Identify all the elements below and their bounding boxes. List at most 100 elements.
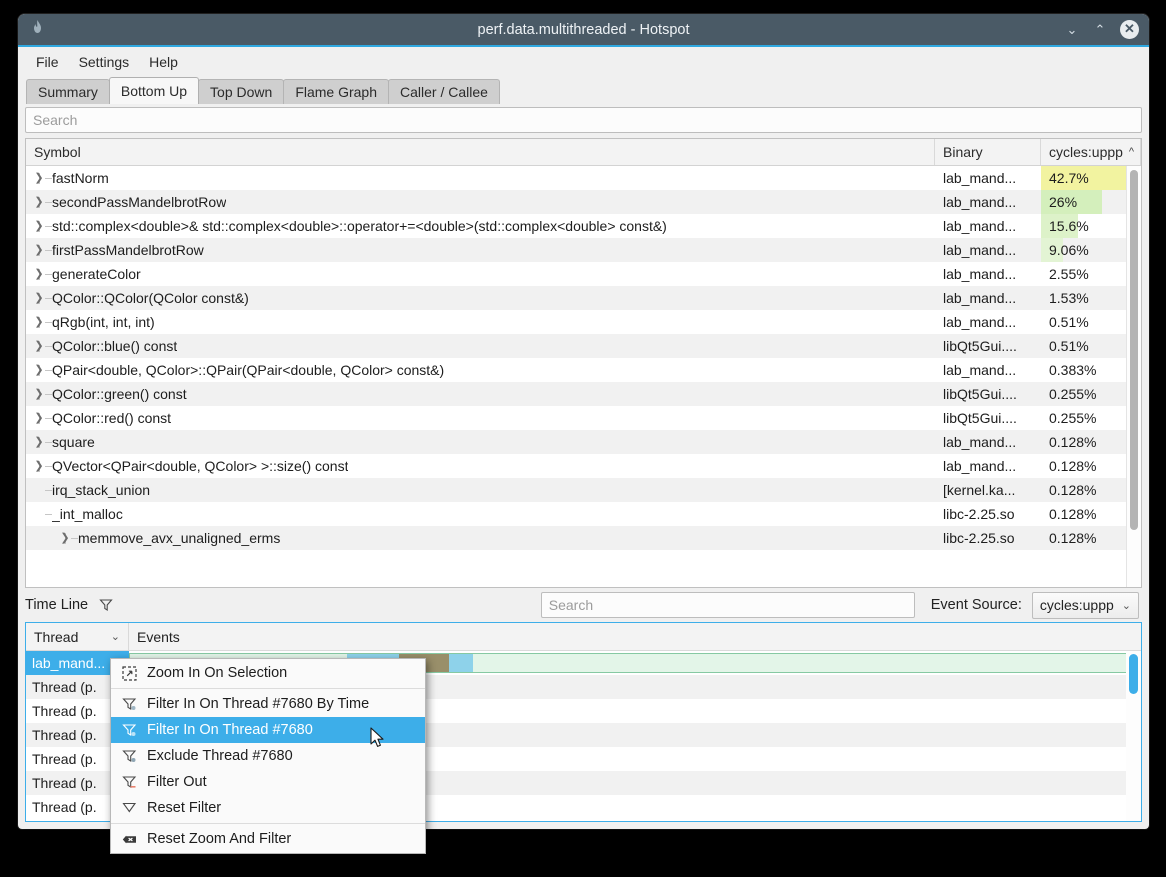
window-title: perf.data.multithreaded - Hotspot [18,22,1149,38]
context-menu-item[interactable]: Filter Out [111,769,425,795]
cell-binary: lab_mand... [935,358,1041,382]
tab-flame-graph[interactable]: Flame Graph [283,79,389,104]
cell-binary: libQt5Gui.... [935,406,1041,430]
table-row[interactable]: ❯QPair<double, QColor>::QPair(QPair<doub… [26,358,1141,382]
maximize-button[interactable]: ⌃ [1092,22,1108,38]
expand-arrow-icon[interactable]: ❯ [26,293,52,304]
context-menu-item-label: Zoom In On Selection [147,665,287,681]
menu-item-file[interactable]: File [26,51,69,73]
context-menu-item[interactable]: Reset Filter [111,795,425,821]
expand-arrow-icon[interactable]: ❯ [26,461,52,472]
table-row[interactable]: ❯qRgb(int, int, int)lab_mand...0.51% [26,310,1141,334]
cycles-value: 26% [1041,190,1085,214]
expand-arrow-icon[interactable]: ❯ [26,197,52,208]
expand-arrow-icon[interactable]: ❯ [26,365,52,376]
expand-arrow-icon[interactable]: ❯ [26,245,52,256]
table-row[interactable]: ❯QColor::blue() constlibQt5Gui....0.51% [26,334,1141,358]
symbol-name: irq_stack_union [52,482,150,498]
timeline-scrollbar[interactable] [1126,651,1141,821]
reset-filter-icon [118,801,140,816]
column-header-cycles[interactable]: cycles:uppp ^ [1041,139,1141,165]
timeline-context-menu: Zoom In On Selection Filter In On Thread … [110,658,426,854]
tab-bar: Summary Bottom Up Top Down Flame Graph C… [18,76,1149,104]
cycles-value: 0.128% [1041,502,1104,526]
symbol-name: QColor::green() const [52,386,187,402]
expand-arrow-icon[interactable]: ❯ [26,173,52,184]
table-row[interactable]: ❯squarelab_mand...0.128% [26,430,1141,454]
table-row[interactable]: ❯secondPassMandelbrotRowlab_mand...26% [26,190,1141,214]
expand-arrow-icon[interactable]: ❯ [26,437,52,448]
expand-arrow-icon[interactable]: ❯ [26,221,52,232]
context-menu-item[interactable]: Filter In On Thread #7680 By Time [111,691,425,717]
context-menu-item-label: Filter Out [147,774,207,790]
column-header-symbol[interactable]: Symbol [26,139,935,165]
symbol-name: std::complex<double>& std::complex<doubl… [52,218,667,234]
table-row[interactable]: ❯QVector<QPair<double, QColor> >::size()… [26,454,1141,478]
table-row[interactable]: ❯std::complex<double>& std::complex<doub… [26,214,1141,238]
table-row[interactable]: _int_malloclibc-2.25.so0.128% [26,502,1141,526]
cell-binary: [kernel.ka... [935,478,1041,502]
cycles-value: 0.128% [1041,430,1104,454]
minimize-button[interactable]: ⌄ [1064,22,1080,38]
cycles-value: 9.06% [1041,238,1097,262]
timeline-thread-selector[interactable]: Thread ⌄ [26,623,129,650]
expand-arrow-icon[interactable]: ❯ [26,269,52,280]
column-header-binary[interactable]: Binary [935,139,1041,165]
cycles-value: 0.383% [1041,358,1104,382]
funnel-icon[interactable] [96,595,116,615]
table-row[interactable]: ❯firstPassMandelbrotRowlab_mand...9.06% [26,238,1141,262]
table-row[interactable]: ❯memmove_avx_unaligned_ermslibc-2.25.so0… [26,526,1141,550]
tab-top-down[interactable]: Top Down [198,79,284,104]
table-row[interactable]: ❯generateColorlab_mand...2.55% [26,262,1141,286]
cell-binary: lab_mand... [935,310,1041,334]
timeline-header-row: Thread ⌄ Events [26,623,1141,651]
cell-symbol: ❯QColor::QColor(QColor const&) [26,286,935,310]
cell-symbol: ❯QVector<QPair<double, QColor> >::size()… [26,454,935,478]
tab-summary[interactable]: Summary [26,79,110,104]
menu-item-help[interactable]: Help [139,51,188,73]
table-row[interactable]: irq_stack_union[kernel.ka...0.128% [26,478,1141,502]
cell-symbol: ❯generateColor [26,262,935,286]
table-row[interactable]: ❯QColor::red() constlibQt5Gui....0.255% [26,406,1141,430]
expand-arrow-icon[interactable]: ❯ [26,413,52,424]
context-menu-item[interactable]: Zoom In On Selection [111,660,425,686]
cycles-value: 42.7% [1041,166,1097,190]
expand-arrow-icon[interactable]: ❯ [26,389,52,400]
event-source-select[interactable]: cycles:uppp ⌄ [1032,592,1139,619]
search-input[interactable] [25,107,1142,133]
cell-binary: lab_mand... [935,286,1041,310]
expand-arrow-icon[interactable]: ❯ [26,341,52,352]
symbol-table: Symbol Binary cycles:uppp ^ ❯fastNormlab… [25,138,1142,588]
column-header-cycles-label: cycles:uppp [1049,144,1123,160]
menu-bar: File Settings Help [18,47,1149,76]
search-bar-container [18,104,1149,137]
expand-arrow-icon[interactable]: ❯ [52,533,78,544]
table-row[interactable]: ❯fastNormlab_mand...42.7% [26,166,1141,190]
timeline-thread-label: Thread [34,629,78,645]
table-row[interactable]: ❯QColor::green() constlibQt5Gui....0.255… [26,382,1141,406]
cell-symbol: ❯std::complex<double>& std::complex<doub… [26,214,935,238]
close-button[interactable]: ✕ [1120,20,1139,39]
tab-bottom-up[interactable]: Bottom Up [109,77,199,104]
symbol-name: QColor::red() const [52,410,171,426]
table-body: ❯fastNormlab_mand...42.7%❯secondPassMand… [26,166,1141,587]
table-row[interactable]: ❯QColor::QColor(QColor const&)lab_mand..… [26,286,1141,310]
symbol-name: fastNorm [52,170,109,186]
symbol-name: secondPassMandelbrotRow [52,194,226,210]
table-scrollbar[interactable] [1126,166,1141,587]
table-scrollbar-thumb[interactable] [1130,170,1138,530]
context-menu-item[interactable]: Reset Zoom And Filter [111,826,425,852]
timeline-search-input[interactable] [541,592,915,618]
timeline-label: Time Line [25,597,88,613]
cell-symbol: ❯firstPassMandelbrotRow [26,238,935,262]
context-menu-item[interactable]: Exclude Thread #7680 [111,743,425,769]
tab-caller-callee[interactable]: Caller / Callee [388,79,500,104]
symbol-name: firstPassMandelbrotRow [52,242,204,258]
cell-binary: libc-2.25.so [935,526,1041,550]
cycles-value: 0.128% [1041,526,1104,550]
context-menu-item[interactable]: Filter In On Thread #7680 [111,717,425,743]
timeline-scrollbar-thumb[interactable] [1129,654,1138,694]
expand-arrow-icon[interactable]: ❯ [26,317,52,328]
menu-item-settings[interactable]: Settings [69,51,140,73]
chevron-down-icon: ⌄ [111,630,120,643]
